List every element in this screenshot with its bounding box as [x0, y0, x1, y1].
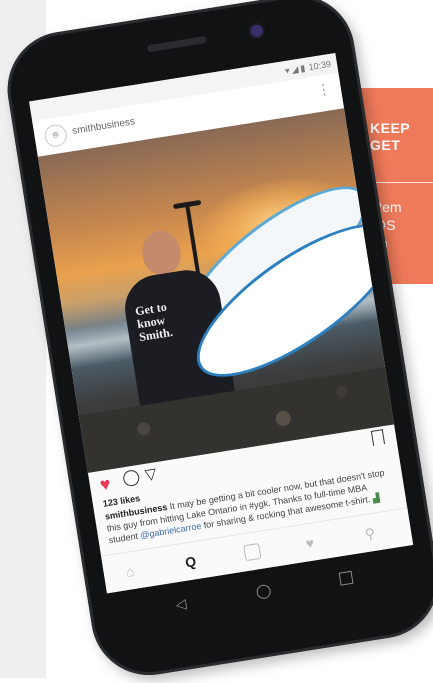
post-photo[interactable]: Get to know Smith.: [37, 108, 395, 473]
add-post-icon[interactable]: [243, 542, 262, 562]
profile-icon[interactable]: ⚲: [364, 525, 377, 542]
more-options-icon[interactable]: ⋮: [316, 80, 332, 99]
person-head: [139, 227, 184, 278]
search-icon[interactable]: Q: [184, 553, 197, 571]
post-username[interactable]: smithbusiness: [71, 116, 135, 137]
activity-heart-icon[interactable]: ♥: [304, 534, 315, 551]
share-icon[interactable]: ▽: [144, 465, 158, 485]
signal-battery-icon: ▾◢▮: [284, 62, 308, 76]
avatar[interactable]: ◎: [43, 123, 69, 149]
promo-divider: [372, 182, 433, 183]
promo-headline: KEEP GET: [370, 120, 411, 153]
home-icon[interactable]: ⌂: [125, 563, 136, 580]
comment-icon[interactable]: [122, 468, 141, 488]
like-heart-icon[interactable]: ♥: [98, 474, 112, 495]
back-icon[interactable]: ◁: [174, 595, 187, 613]
status-time: 10:39: [307, 58, 332, 73]
bookmark-icon[interactable]: [370, 429, 386, 446]
recent-apps-icon[interactable]: [338, 570, 354, 586]
home-circle-icon[interactable]: [255, 583, 272, 600]
emoji-icon: ▟: [371, 492, 381, 504]
